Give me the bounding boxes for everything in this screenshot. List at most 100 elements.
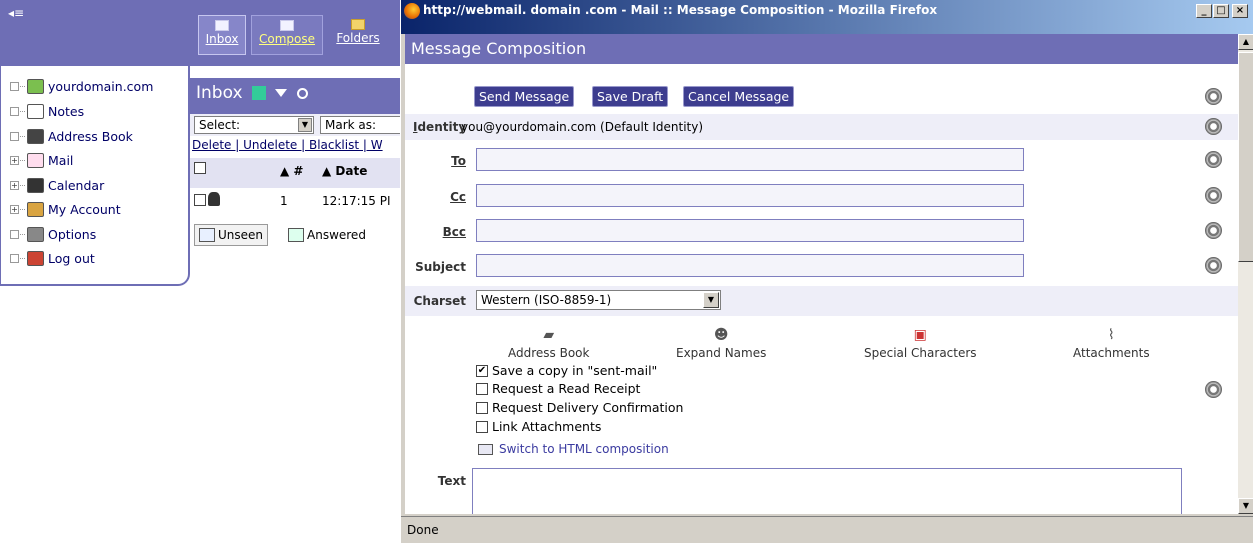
help-icon[interactable] — [1205, 151, 1222, 168]
cancel-message-button[interactable]: Cancel Message — [683, 86, 795, 107]
switch-html-link[interactable]: Switch to HTML composition — [478, 442, 669, 456]
window-titlebar[interactable]: http://webmail. domain .com - Mail :: Me… — [401, 0, 1253, 34]
envelope-icon — [215, 20, 229, 31]
select-all-checkbox[interactable] — [194, 162, 206, 174]
to-label: To — [451, 154, 466, 168]
options-icon — [27, 226, 44, 242]
html-composition-icon — [478, 443, 493, 455]
send-message-button[interactable]: Send Message — [474, 86, 575, 107]
firefox-icon — [404, 3, 420, 19]
unseen-envelope-icon — [199, 228, 215, 242]
navigation-tree: yourdomain.com Notes Address Book + Mail… — [0, 66, 190, 286]
tree-item-domain[interactable]: yourdomain.com — [10, 76, 153, 96]
window-title: http://webmail. domain .com - Mail :: Me… — [423, 3, 938, 17]
help-icon[interactable] — [1205, 222, 1222, 239]
page-title: Message Composition — [405, 34, 1238, 64]
account-icon — [27, 201, 44, 217]
paperclip-icon: ⌇ — [1107, 327, 1115, 343]
inbox-header: Inbox — [190, 78, 400, 114]
address-book-icon — [27, 128, 44, 144]
column-number[interactable]: ▲ # — [280, 164, 303, 178]
status-text: Done — [407, 523, 439, 537]
help-icon[interactable] — [1205, 187, 1222, 204]
select-dropdown[interactable]: Select: ▼ — [194, 116, 314, 134]
read-receipt-checkbox[interactable] — [476, 382, 488, 395]
logout-icon — [27, 250, 44, 266]
inbox-toolbar-button[interactable]: Inbox — [198, 15, 246, 55]
domain-icon — [27, 78, 44, 94]
subject-input[interactable] — [476, 254, 1024, 277]
message-action-links[interactable]: Delete | Undelete | Blacklist | W — [190, 138, 400, 156]
tree-item-calendar[interactable]: + Calendar — [10, 175, 104, 195]
identity-value[interactable]: you@yourdomain.com (Default Identity) — [461, 120, 703, 134]
firefox-window: http://webmail. domain .com - Mail :: Me… — [400, 0, 1253, 543]
cc-label: Cc — [450, 190, 466, 204]
filter-icon[interactable] — [275, 89, 288, 97]
message-checkbox[interactable] — [194, 194, 206, 206]
folders-toolbar-button[interactable]: Folders — [328, 15, 388, 55]
link-attachments-option[interactable]: Link Attachments — [476, 419, 601, 434]
compose-toolbar-button[interactable]: Compose — [251, 15, 323, 55]
delivery-confirmation-checkbox[interactable] — [476, 401, 488, 414]
legend-answered: Answered — [284, 224, 370, 246]
close-button[interactable]: × — [1232, 4, 1248, 18]
scrollbar-thumb[interactable] — [1238, 52, 1253, 262]
maximize-button[interactable]: □ — [1213, 4, 1229, 18]
notes-icon — [27, 103, 44, 119]
bcc-input[interactable] — [476, 219, 1024, 242]
delivery-confirmation-option[interactable]: Request Delivery Confirmation — [476, 400, 683, 415]
save-copy-checkbox[interactable]: ✔ — [476, 364, 488, 377]
answered-icon — [288, 228, 304, 242]
mark-as-dropdown[interactable]: Mark as: — [320, 116, 410, 134]
tree-item-log-out[interactable]: Log out — [10, 248, 95, 268]
message-list-header: ▲ # ▲ Date — [190, 158, 400, 188]
tree-item-options[interactable]: Options — [10, 224, 96, 244]
status-legend: Unseen Answered — [190, 220, 400, 250]
help-icon[interactable] — [1205, 118, 1222, 135]
charset-label: Charset — [413, 294, 466, 308]
search-icon[interactable] — [296, 87, 308, 99]
scroll-down-icon[interactable]: ▼ — [1238, 498, 1253, 514]
tree-item-mail[interactable]: + Mail — [10, 150, 73, 170]
expand-names-tool[interactable]: ☻ Expand Names — [676, 327, 766, 360]
vertical-scrollbar[interactable]: ▲ ▼ — [1238, 34, 1253, 514]
chevron-down-icon: ▼ — [703, 292, 719, 308]
compose-content: Message Composition Send Message Save Dr… — [405, 34, 1238, 514]
save-copy-option[interactable]: ✔ Save a copy in "sent-mail" — [476, 363, 657, 378]
attachments-tool[interactable]: ⌇ Attachments — [1073, 327, 1150, 360]
minimize-button[interactable]: _ — [1196, 4, 1212, 18]
legend-unseen: Unseen — [194, 224, 269, 246]
book-icon: ▰ — [543, 327, 555, 343]
identity-label: Identity — [413, 120, 467, 134]
chevron-down-icon: ▼ — [298, 118, 312, 132]
special-characters-tool[interactable]: ▣ Special Characters — [864, 327, 977, 360]
tree-item-my-account[interactable]: + My Account — [10, 199, 121, 219]
help-icon[interactable] — [1205, 88, 1222, 105]
address-book-tool[interactable]: ▰ Address Book — [508, 327, 589, 360]
to-input[interactable] — [476, 148, 1024, 171]
scroll-up-icon[interactable]: ▲ — [1238, 34, 1253, 50]
inbox-panel: Inbox Select: ▼ Mark as: Delete | Undele… — [190, 78, 410, 268]
refresh-icon[interactable] — [251, 86, 266, 100]
message-body-textarea[interactable] — [472, 468, 1182, 514]
table-row[interactable]: 1 12:17:15 PI — [190, 190, 400, 210]
tree-item-notes[interactable]: Notes — [10, 101, 84, 121]
help-icon[interactable] — [1205, 381, 1222, 398]
read-receipt-option[interactable]: Request a Read Receipt — [476, 381, 640, 396]
help-icon[interactable] — [1205, 257, 1222, 274]
link-attachments-checkbox[interactable] — [476, 420, 488, 433]
inbox-select-row: Select: ▼ Mark as: — [190, 114, 410, 136]
column-date[interactable]: ▲ Date — [322, 164, 367, 178]
webmail-background-app: ◂≡ Inbox Compose Folders yourdomain.com — [0, 0, 410, 543]
calendar-icon — [27, 177, 44, 193]
collapse-icon[interactable]: ◂≡ — [8, 6, 24, 20]
mail-icon — [27, 152, 44, 168]
text-label: Text — [437, 474, 466, 488]
people-icon: ☻ — [713, 327, 729, 343]
cc-input[interactable] — [476, 184, 1024, 207]
charset-select[interactable]: Western (ISO-8859-1) ▼ — [476, 290, 721, 310]
tree-item-address-book[interactable]: Address Book — [10, 126, 133, 146]
status-bar: Done — [401, 516, 1253, 543]
person-icon — [208, 192, 220, 206]
save-draft-button[interactable]: Save Draft — [592, 86, 669, 107]
